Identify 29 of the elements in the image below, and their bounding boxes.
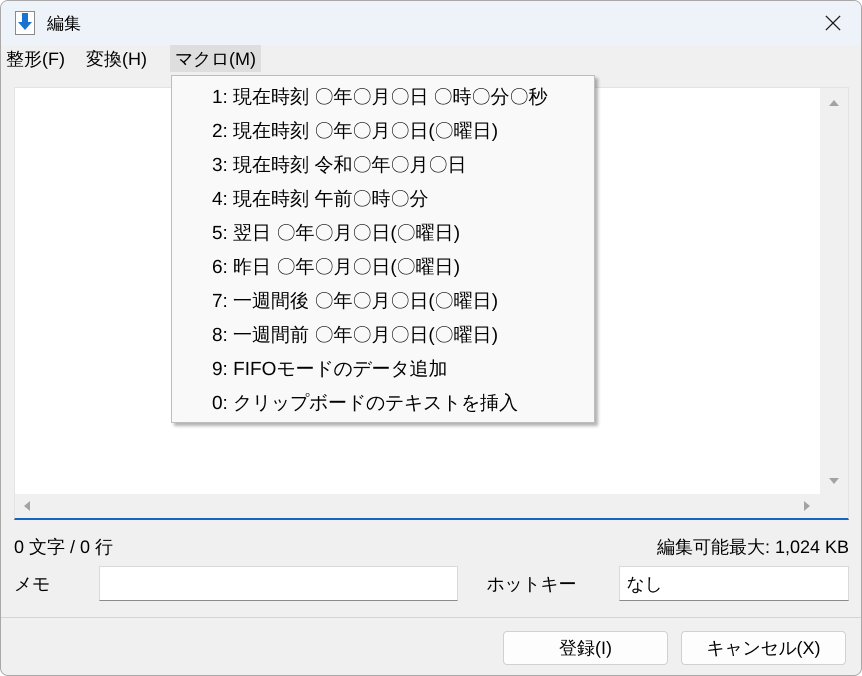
scroll-down-icon[interactable]	[829, 478, 839, 484]
menu-entry[interactable]: 5: 翌日 〇年〇月〇日(〇曜日)	[172, 217, 594, 251]
hotkey-field[interactable]: なし	[619, 566, 849, 601]
menu-entry[interactable]: 3: 現在時刻 令和〇年〇月〇日	[172, 149, 594, 183]
menu-entry[interactable]: 9: FIFOモードのデータ追加	[172, 353, 594, 387]
horizontal-scrollbar[interactable]	[15, 494, 848, 518]
menu-item[interactable]: 変換(H)	[80, 45, 152, 72]
menu-entry[interactable]: 0: クリップボードのテキストを挿入	[172, 387, 594, 421]
dialog-button[interactable]: キャンセル(X)	[681, 631, 846, 665]
scroll-left-icon[interactable]	[24, 501, 30, 511]
scroll-right-icon[interactable]	[804, 501, 810, 511]
character-count: 0 文字 / 0 行	[14, 536, 114, 558]
menu-entry[interactable]: 4: 現在時刻 午前〇時〇分	[172, 183, 594, 217]
menu-item[interactable]: マクロ(M)	[170, 45, 261, 72]
scroll-up-icon[interactable]	[829, 100, 839, 106]
max-size-label: 編集可能最大: 1,024 KB	[656, 536, 849, 558]
window-title: 編集	[47, 12, 81, 34]
menu-item[interactable]: 整形(F)	[1, 45, 70, 72]
dialog-button[interactable]: 登録(I)	[503, 631, 668, 665]
hotkey-label: ホットキー	[486, 572, 578, 596]
memo-label: メモ	[14, 572, 51, 596]
menu-entry[interactable]: 8: 一週間前 〇年〇月〇日(〇曜日)	[172, 319, 594, 353]
menu-entry[interactable]: 2: 現在時刻 〇年〇月〇日(〇曜日)	[172, 115, 594, 149]
menu-entry[interactable]: 1: 現在時刻 〇年〇月〇日 〇時〇分〇秒	[172, 81, 594, 115]
close-icon[interactable]	[825, 15, 841, 31]
vertical-scrollbar[interactable]	[820, 88, 848, 494]
menu-entry[interactable]: 7: 一週間後 〇年〇月〇日(〇曜日)	[172, 285, 594, 319]
menu-entry[interactable]: 6: 昨日 〇年〇月〇日(〇曜日)	[172, 251, 594, 285]
memo-field[interactable]	[98, 566, 458, 601]
